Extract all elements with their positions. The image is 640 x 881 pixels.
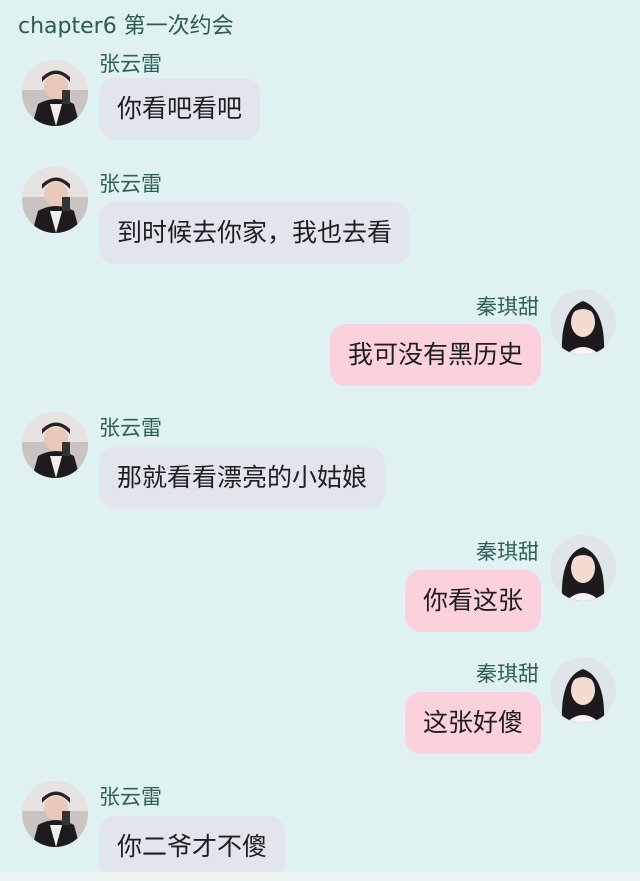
avatar-zhang-yunlei[interactable] <box>22 412 88 478</box>
avatar-qin-qitian[interactable] <box>550 289 616 355</box>
sender-name: 秦琪甜 <box>476 540 539 564</box>
chapter-title: chapter6 第一次约会 <box>18 14 234 39</box>
sender-name: 张云雷 <box>99 785 162 809</box>
message-bubble[interactable]: 你二爷才不傻 <box>99 816 286 878</box>
message-bubble[interactable]: 我可没有黑历史 <box>329 324 541 386</box>
sender-name: 秦琪甜 <box>476 662 539 686</box>
bottom-edge <box>0 872 640 881</box>
chat-header: chapter6 第一次约会 <box>0 0 640 50</box>
sender-name: 秦琪甜 <box>476 295 539 319</box>
message-bubble[interactable]: 你看这张 <box>404 570 541 632</box>
avatar-zhang-yunlei[interactable] <box>22 167 88 233</box>
message-bubble[interactable]: 到时候去你家，我也去看 <box>99 202 411 264</box>
avatar-qin-qitian[interactable] <box>550 535 616 601</box>
message-bubble[interactable]: 这张好傻 <box>404 692 541 754</box>
avatar-zhang-yunlei[interactable] <box>22 781 88 847</box>
avatar-zhang-yunlei[interactable] <box>22 60 88 126</box>
sender-name: 张云雷 <box>99 172 162 196</box>
sender-name: 张云雷 <box>99 52 162 76</box>
message-bubble[interactable]: 你看吧看吧 <box>99 78 261 140</box>
sender-name: 张云雷 <box>99 416 162 440</box>
message-bubble[interactable]: 那就看看漂亮的小姑娘 <box>99 447 386 509</box>
avatar-qin-qitian[interactable] <box>550 657 616 723</box>
